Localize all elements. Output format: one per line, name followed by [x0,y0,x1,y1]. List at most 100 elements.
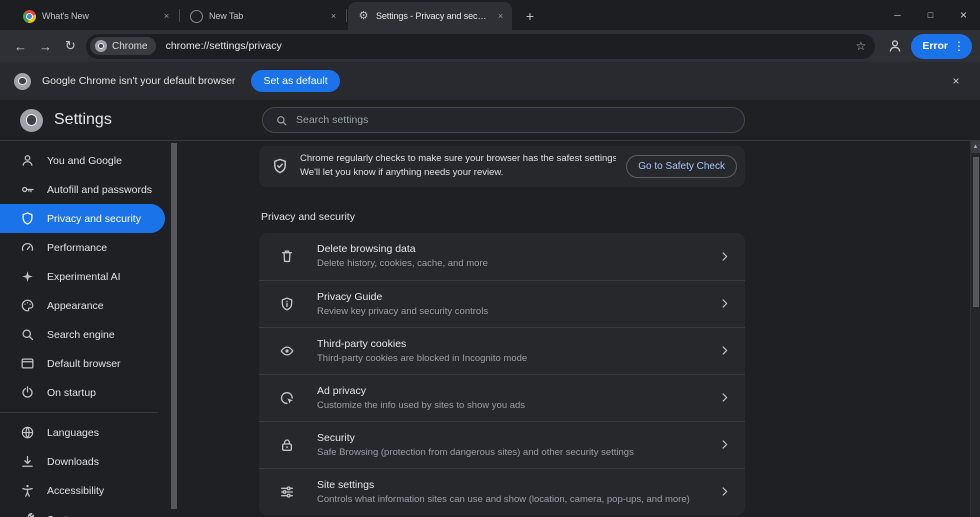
blank-page-icon [190,10,203,23]
ads-icon [279,390,295,406]
site-chip-label: Chrome [112,41,148,52]
row-ad-privacy[interactable]: Ad privacy Customize the info used by si… [259,374,745,421]
row-delete-browsing-data[interactable]: Delete browsing data Delete history, coo… [259,233,745,280]
sidebar-label: Accessibility [47,485,104,497]
row-site-settings[interactable]: Site settings Controls what information … [259,468,745,515]
translate-icon [20,425,35,440]
chrome-colored-icon [23,10,36,23]
browser-toolbar: ← → ↻ Chrome chrome://settings/privacy ☆… [0,30,980,62]
sidebar-item-you-and-google[interactable]: You and Google [0,146,165,175]
main-scrollbar-thumb[interactable] [973,157,979,307]
tab-settings[interactable]: ⚙ Settings - Privacy and security × [348,2,512,30]
sidebar-scrollbar-thumb[interactable] [171,143,177,509]
settings-search[interactable] [262,107,745,133]
main-scrollbar: ▲ [970,141,980,517]
row-title: Security [317,432,718,444]
profile-error-button[interactable]: Error ⋮ [911,34,972,59]
new-tab-button[interactable]: + [519,5,541,27]
maximize-button[interactable]: □ [914,0,947,30]
palette-icon [20,298,35,313]
site-chip[interactable]: Chrome [90,37,156,55]
row-subtitle: Review key privacy and security controls [317,306,718,317]
sidebar-label: Experimental AI [47,271,121,283]
row-title: Third-party cookies [317,338,718,350]
privacy-settings-card: Delete browsing data Delete history, coo… [259,233,745,515]
sidebar-label: Appearance [47,300,104,312]
lock-icon [279,437,295,453]
sidebar-label: Autofill and passwords [47,184,152,196]
close-window-button[interactable]: × [947,0,980,30]
row-third-party-cookies[interactable]: Third-party cookies Third-party cookies … [259,327,745,374]
settings-main: Chrome regularly checks to make sure you… [178,141,970,517]
back-icon[interactable]: ← [8,34,33,59]
speedometer-icon [20,240,35,255]
sidebar-divider [0,412,158,413]
search-icon [20,327,35,342]
bookmark-star-icon[interactable]: ☆ [856,39,867,53]
scroll-up-icon[interactable]: ▲ [971,141,980,153]
row-security[interactable]: Security Safe Browsing (protection from … [259,421,745,468]
close-tab-icon[interactable]: × [494,10,507,23]
sidebar-label: Search engine [47,329,115,341]
row-title: Site settings [317,479,718,491]
tab-new-tab[interactable]: New Tab × [181,2,345,30]
address-bar[interactable]: Chrome chrome://settings/privacy ☆ [86,34,875,59]
sidebar-label: Languages [47,427,99,439]
close-tab-icon[interactable]: × [160,10,173,23]
sidebar-item-default-browser[interactable]: Default browser [0,349,165,378]
reload-icon[interactable]: ↻ [58,34,83,59]
search-icon [275,114,288,127]
profile-avatar-icon[interactable] [882,34,907,59]
chevron-right-icon [718,485,731,498]
tab-title: What's New [42,11,154,21]
power-icon [20,385,35,400]
sidebar-item-accessibility[interactable]: Accessibility [0,476,165,505]
row-subtitle: Controls what information sites can use … [317,494,718,505]
chrome-logo-icon [14,73,31,90]
banner-close-icon[interactable]: × [946,74,966,88]
sidebar-item-autofill[interactable]: Autofill and passwords [0,175,165,204]
chevron-right-icon [718,438,731,451]
sidebar-label: Performance [47,242,107,254]
sidebar-item-on-startup[interactable]: On startup [0,378,165,407]
kebab-menu-icon[interactable]: ⋮ [953,39,965,53]
sidebar-item-experimental-ai[interactable]: Experimental AI [0,262,165,291]
tab-whats-new[interactable]: What's New × [14,2,178,30]
go-to-safety-check-button[interactable]: Go to Safety Check [626,155,737,178]
sidebar-item-system[interactable]: System [0,505,165,517]
sidebar-label: System [47,514,82,517]
chevron-right-icon [718,344,731,357]
sidebar-label: Default browser [47,358,121,370]
row-privacy-guide[interactable]: Privacy Guide Review key privacy and sec… [259,280,745,327]
chevron-right-icon [718,297,731,310]
minimize-button[interactable]: ─ [881,0,914,30]
tune-icon [279,484,295,500]
tab-separator [346,9,347,22]
settings-body: You and Google Autofill and passwords Pr… [0,141,980,517]
sidebar-item-performance[interactable]: Performance [0,233,165,262]
gear-icon: ⚙ [357,10,370,23]
forward-icon[interactable]: → [33,34,58,59]
section-title: Privacy and security [261,211,745,223]
safety-check-card: Chrome regularly checks to make sure you… [259,146,745,187]
sidebar-item-downloads[interactable]: Downloads [0,447,165,476]
row-subtitle: Delete history, cookies, cache, and more [317,258,718,269]
set-as-default-button[interactable]: Set as default [251,70,339,92]
shield-check-icon [271,157,289,175]
person-icon [20,153,35,168]
tab-title: Settings - Privacy and security [376,11,488,21]
row-subtitle: Customize the info used by sites to show… [317,400,718,411]
sidebar-item-appearance[interactable]: Appearance [0,291,165,320]
eye-icon [279,343,295,359]
shield-icon [20,211,35,226]
sidebar-item-privacy-and-security[interactable]: Privacy and security [0,204,165,233]
close-tab-icon[interactable]: × [327,10,340,23]
accessibility-icon [20,483,35,498]
row-subtitle: Safe Browsing (protection from dangerous… [317,447,718,458]
search-input[interactable] [296,114,732,126]
error-label: Error [922,40,948,52]
trash-icon [279,248,295,264]
sidebar-item-search-engine[interactable]: Search engine [0,320,165,349]
banner-message: Google Chrome isn't your default browser [42,75,235,87]
sidebar-item-languages[interactable]: Languages [0,418,165,447]
